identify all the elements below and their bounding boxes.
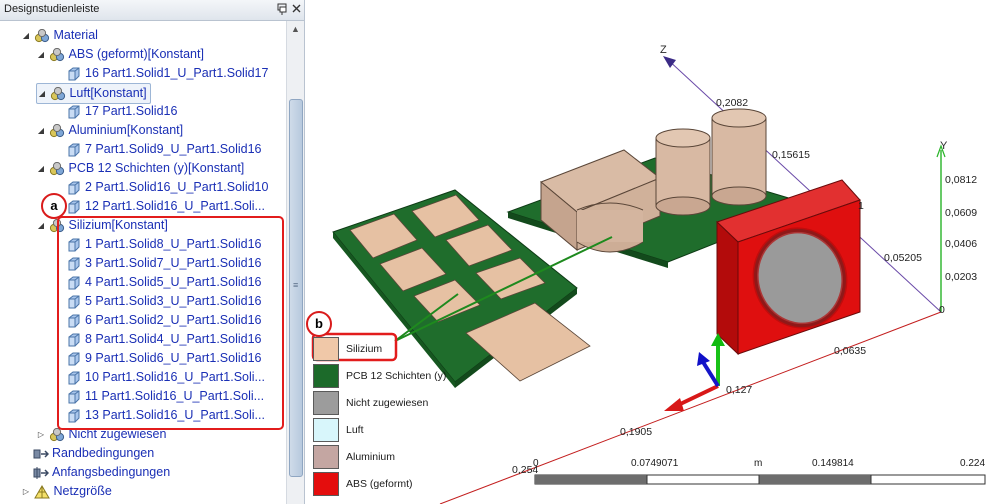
vertical-scrollbar[interactable]: ▲ ≡	[286, 21, 304, 504]
expanded-arrow-icon[interactable]: ◢	[36, 216, 46, 235]
legend-label: Nicht zugewiesen	[346, 397, 429, 409]
initial-conditions-icon	[33, 466, 50, 480]
x-tick-2: 0,127	[726, 384, 753, 396]
tree-item-label: 16 Part1.Solid1_U_Part1.Solid17	[85, 66, 269, 81]
material-icon	[50, 86, 66, 101]
y-tick-2: 0,0609	[945, 207, 978, 219]
z-tick-2: 0,15615	[772, 149, 810, 161]
tree-item-label: 12 Part1.Solid16_U_Part1.Soli...	[85, 199, 265, 214]
mesh-size-icon	[34, 484, 51, 499]
scale-label-1: 0.0749071	[631, 458, 679, 469]
expanded-arrow-icon[interactable]: ◢	[36, 121, 46, 140]
scroll-up-arrow-icon[interactable]: ▲	[287, 21, 304, 38]
solid-icon	[66, 67, 82, 81]
z-axis-label: Z	[660, 44, 667, 56]
callout-a: a	[41, 193, 67, 219]
y-axis-label: Y	[940, 140, 948, 152]
legend-swatch	[313, 337, 339, 361]
tree-item-label: ABS (geformt)[Konstant]	[68, 47, 204, 62]
y-tick-4: 0,0203	[945, 271, 978, 283]
x-tick-3: 0,1905	[620, 426, 653, 438]
scrollbar-thumb[interactable]: ≡	[289, 99, 303, 477]
legend-swatch	[313, 472, 339, 496]
tree-item-label: Netzgröße	[53, 484, 112, 499]
expanded-arrow-icon[interactable]: ◢	[36, 45, 46, 64]
panel-title: Designstudienleiste	[4, 3, 100, 15]
legend-label: ABS (geformt)	[346, 478, 413, 490]
tree-item-material[interactable]: ◢ Material	[21, 26, 98, 45]
legend-label: Luft	[346, 424, 364, 436]
scale-unit: m	[754, 458, 763, 469]
tree-item-label: Randbedingungen	[52, 446, 155, 461]
silizium-group-highlight	[57, 216, 284, 430]
x-tick-1: 0,0635	[834, 345, 867, 357]
legend-swatch	[313, 364, 339, 388]
callout-b: b	[306, 311, 332, 337]
tree-item-label: 2 Part1.Solid16_U_Part1.Solid10	[85, 180, 269, 195]
material-icon	[49, 47, 65, 62]
tree-item-label: PCB 12 Schichten (y)[Konstant]	[68, 161, 245, 176]
z-tick-3: 1	[858, 200, 864, 212]
tree-item-pcb-12[interactable]: 12 Part1.Solid16_U_Part1.Soli...	[66, 197, 265, 216]
tree-item-label: Anfangsbedingungen	[52, 465, 171, 480]
tree-item-alu[interactable]: ◢ Aluminium[Konstant]	[36, 121, 183, 140]
expanded-arrow-icon[interactable]: ◢	[21, 26, 31, 45]
legend-swatch	[313, 391, 339, 415]
material-icon	[34, 28, 50, 43]
tree-item-netz[interactable]: ▷ Netzgröße	[21, 482, 112, 501]
tree-item-abs-16[interactable]: 16 Part1.Solid1_U_Part1.Solid17	[66, 64, 268, 83]
tree-item-rand[interactable]: Randbedingungen	[33, 444, 154, 463]
tree-item-pcb[interactable]: ◢ PCB 12 Schichten (y)[Konstant]	[36, 159, 244, 178]
tree-item-luft[interactable]: ◢ Luft[Konstant]	[36, 83, 151, 104]
tree-item-pcb-2[interactable]: 2 Part1.Solid16_U_Part1.Solid10	[66, 178, 268, 197]
solid-icon	[66, 200, 82, 214]
scale-label-2: 0.149814	[812, 458, 854, 469]
tree-item-label: 7 Part1.Solid9_U_Part1.Solid16	[85, 142, 262, 157]
tree-item-label: 17 Part1.Solid16	[85, 104, 178, 119]
z-tick-4: 0,05205	[884, 252, 922, 264]
tree-item-alu-7[interactable]: 7 Part1.Solid9_U_Part1.Solid16	[66, 140, 262, 159]
legend-label: PCB 12 Schichten (y)	[346, 370, 447, 382]
tree-item-label: Luft[Konstant]	[69, 86, 147, 101]
legend-swatch	[313, 418, 339, 442]
z-tick-1: 0,2082	[716, 97, 749, 109]
y-tick-1: 0,0812	[945, 174, 978, 186]
expanded-arrow-icon[interactable]: ◢	[37, 84, 47, 103]
scale-label-0: 0	[533, 458, 539, 469]
tree-item-label: Aluminium[Konstant]	[68, 123, 184, 138]
y-tick-3: 0,0406	[945, 238, 978, 250]
legend-label: Aluminium	[346, 451, 396, 463]
solid-icon	[66, 143, 82, 157]
expanded-arrow-icon[interactable]: ◢	[36, 159, 46, 178]
solid-icon	[66, 105, 82, 119]
legend-label: Silizium	[346, 343, 383, 355]
boundary-conditions-icon	[33, 447, 50, 461]
design-study-bar: Designstudienleiste ◢ Material ◢ ABS (gef…	[0, 0, 305, 504]
collapsed-arrow-icon[interactable]: ▷	[36, 425, 46, 444]
close-icon[interactable]	[290, 3, 303, 16]
scrollbar-grip-icon: ≡	[293, 280, 299, 290]
collapsed-arrow-icon[interactable]: ▷	[21, 482, 31, 501]
legend-swatch	[313, 445, 339, 469]
tree-item-abs[interactable]: ◢ ABS (geformt)[Konstant]	[36, 45, 204, 64]
material-icon	[49, 161, 65, 176]
scale-label-3: 0.224	[960, 458, 986, 469]
panel-header: Designstudienleiste	[0, 0, 304, 21]
y-tick-5: 0	[939, 304, 945, 316]
material-icon	[49, 123, 65, 138]
tree-item-anfang[interactable]: Anfangsbedingungen	[33, 463, 170, 482]
solid-icon	[66, 181, 82, 195]
tree-item-label: Material	[53, 28, 98, 43]
pin-icon[interactable]	[276, 3, 289, 16]
tree-item-luft-17[interactable]: 17 Part1.Solid16	[66, 102, 177, 121]
